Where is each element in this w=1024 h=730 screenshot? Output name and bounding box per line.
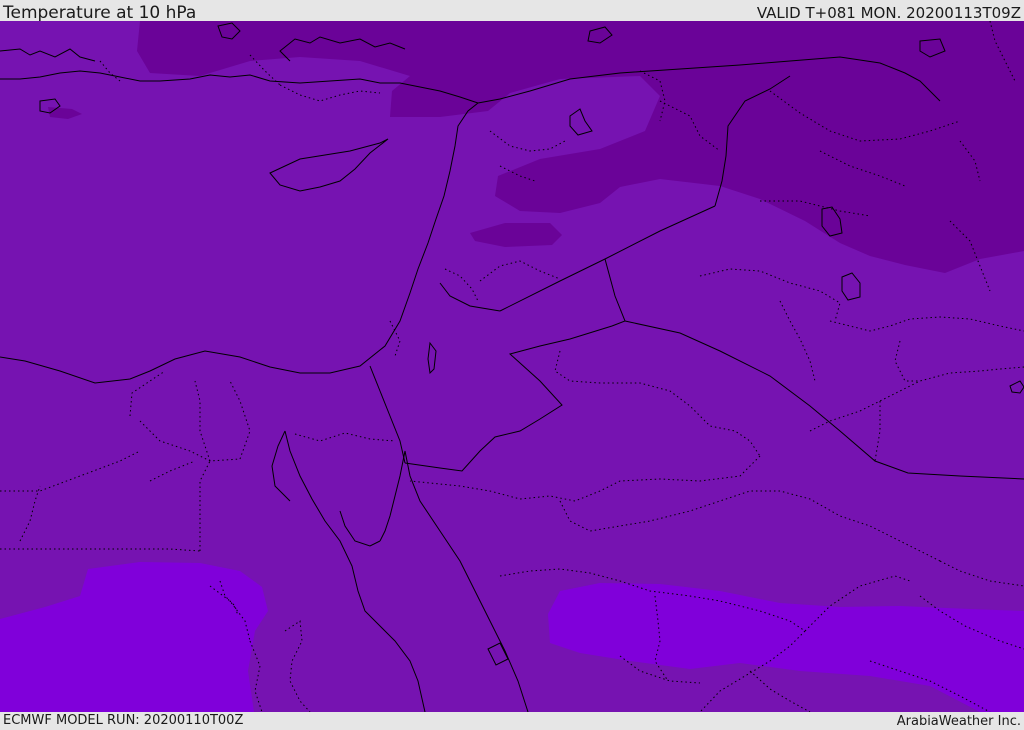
valid-time-label: VALID T+081 MON. 20200113T09Z <box>756 4 1021 22</box>
weather-map-page: Temperature at 10 hPa VALID T+081 MON. 2… <box>0 0 1024 729</box>
map-canvas <box>0 21 1024 712</box>
model-run-label: ECMWF MODEL RUN: 20200110T00Z <box>3 713 244 728</box>
temperature-map <box>0 21 1024 712</box>
header-bar: Temperature at 10 hPa VALID T+081 MON. 2… <box>0 0 1024 23</box>
credit-label: ArabiaWeather Inc. <box>896 714 1021 729</box>
